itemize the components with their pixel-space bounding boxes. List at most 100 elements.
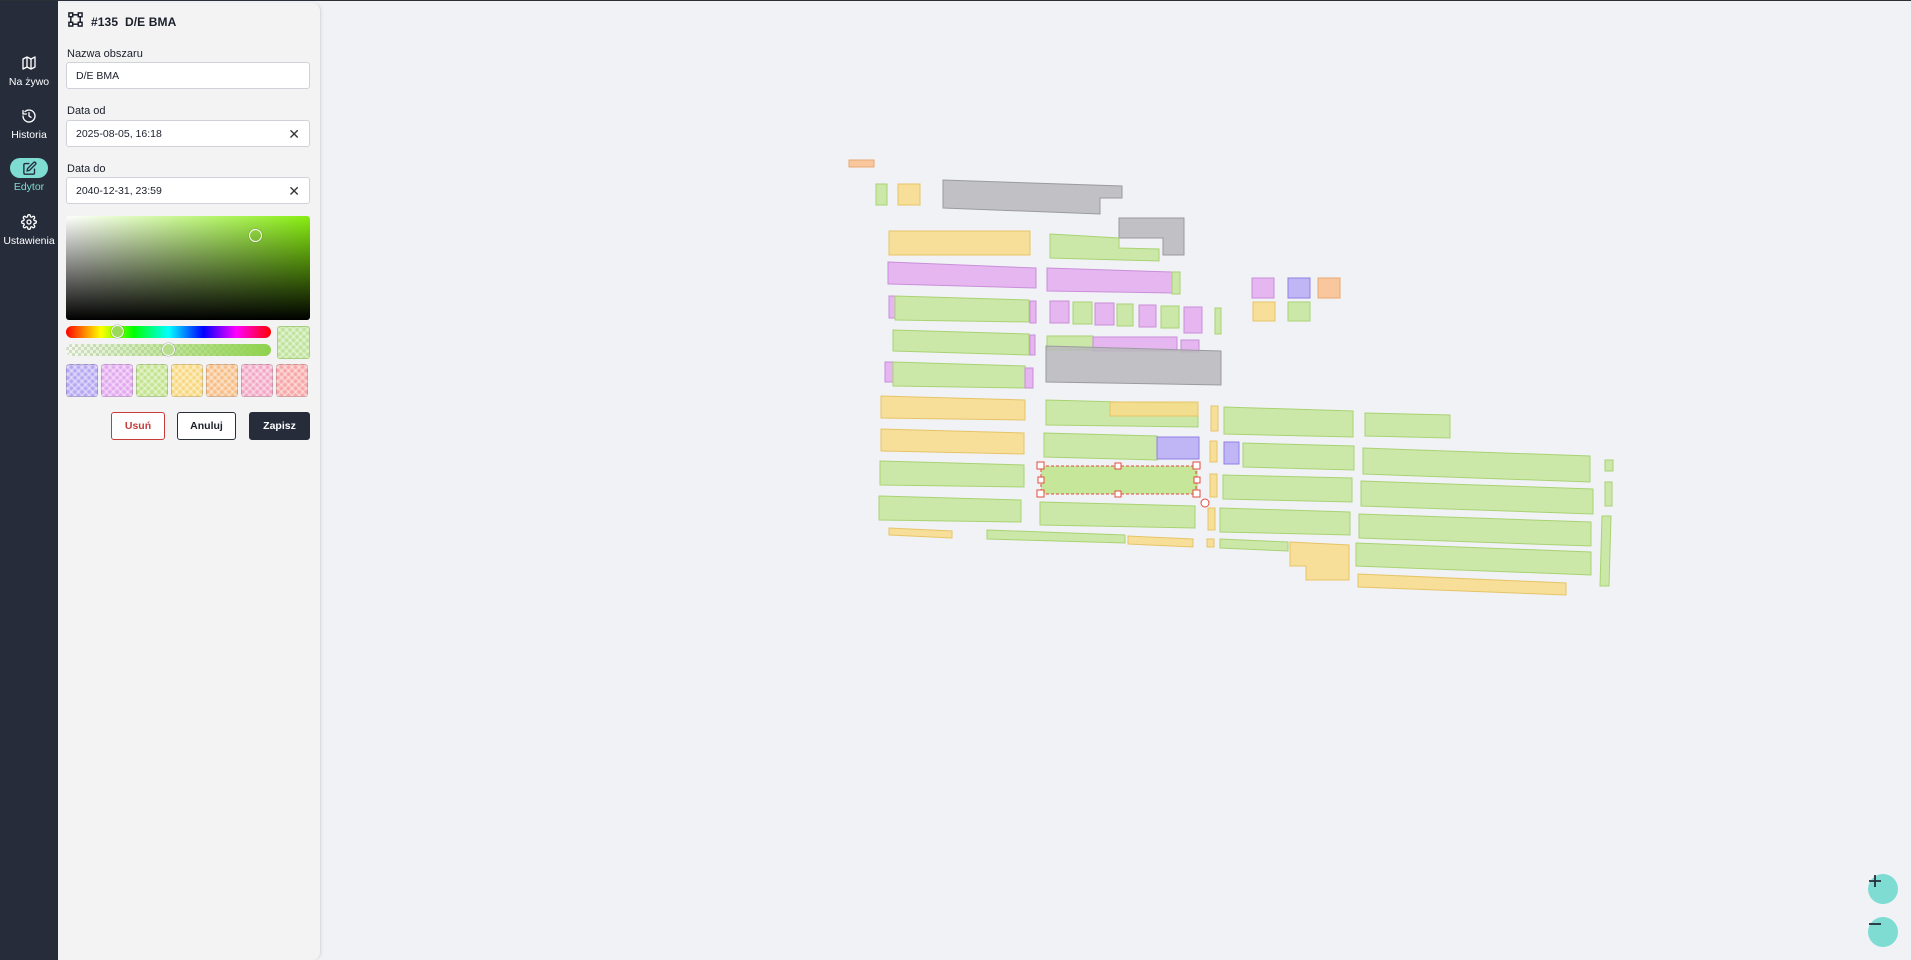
map-areas[interactable] (322, 1, 1911, 960)
map-area[interactable] (892, 329, 1030, 356)
map-area[interactable] (942, 179, 1123, 215)
map-area[interactable] (1138, 304, 1157, 328)
swatch-red[interactable] (276, 364, 308, 397)
map-area[interactable] (1242, 442, 1355, 471)
map-area[interactable] (892, 361, 1026, 389)
map-area[interactable] (1156, 436, 1200, 460)
map-area[interactable] (1223, 441, 1240, 465)
map-area[interactable] (1251, 277, 1275, 299)
resize-handle[interactable] (1192, 489, 1201, 498)
resize-handle[interactable] (1036, 489, 1045, 498)
map-area[interactable] (848, 159, 875, 168)
map-area[interactable] (1043, 432, 1158, 461)
resize-handle[interactable] (1192, 461, 1201, 470)
map-area[interactable] (1604, 481, 1613, 507)
map-area[interactable] (1029, 300, 1037, 324)
area-name-input[interactable]: D/E BMA (66, 62, 310, 89)
map-area[interactable] (1049, 300, 1070, 324)
map-area[interactable] (875, 183, 888, 206)
map-area[interactable] (888, 295, 896, 319)
hue-handle[interactable] (111, 325, 124, 338)
map-area[interactable] (1045, 345, 1222, 386)
map-area[interactable] (1223, 406, 1354, 438)
map-area[interactable] (1171, 271, 1181, 295)
date-to-input[interactable]: 2040-12-31, 23:59 ✕ (66, 177, 310, 204)
map-area[interactable] (1209, 473, 1218, 498)
map-area[interactable] (884, 361, 894, 383)
zoom-in-button[interactable] (1868, 874, 1898, 904)
map-area[interactable] (1219, 507, 1351, 536)
map-canvas[interactable] (322, 1, 1911, 960)
map-area[interactable] (888, 230, 1031, 256)
map-area[interactable] (1210, 405, 1219, 432)
map-area[interactable] (1358, 513, 1592, 547)
map-area[interactable] (1219, 538, 1289, 552)
map-area[interactable] (1024, 367, 1034, 389)
nav-item-live[interactable]: Na żywo (0, 53, 58, 88)
map-area[interactable] (1160, 305, 1180, 329)
date-from-input[interactable]: 2025-08-05, 16:18 ✕ (66, 120, 310, 147)
map-area[interactable] (1364, 412, 1451, 439)
clear-icon[interactable]: ✕ (288, 184, 300, 198)
nav-item-settings[interactable]: Ustawienia (0, 212, 58, 247)
map-area[interactable] (1206, 538, 1215, 548)
map-area[interactable] (1604, 459, 1614, 472)
delete-button[interactable]: Usuń (111, 412, 165, 440)
map-area[interactable] (1289, 541, 1350, 581)
resize-handle[interactable] (1037, 476, 1045, 484)
map-area[interactable] (880, 428, 1025, 455)
saturation-picker[interactable] (66, 216, 310, 320)
rotate-handle[interactable] (1200, 498, 1210, 508)
clear-icon[interactable]: ✕ (288, 127, 300, 141)
map-area[interactable] (1222, 474, 1353, 503)
map-area[interactable] (880, 395, 1026, 421)
map-area[interactable] (1355, 542, 1592, 576)
opacity-slider[interactable] (66, 343, 271, 356)
map-area[interactable] (1252, 301, 1276, 322)
cancel-button[interactable]: Anuluj (177, 412, 236, 440)
map-area[interactable] (1357, 573, 1567, 596)
map-area[interactable] (1317, 277, 1341, 299)
map-area[interactable] (1116, 303, 1134, 327)
map-area[interactable] (888, 527, 953, 539)
zoom-out-button[interactable] (1868, 917, 1898, 947)
map-area[interactable] (1214, 307, 1222, 335)
map-area[interactable] (1094, 302, 1115, 326)
saturation-handle[interactable] (249, 229, 262, 242)
resize-handle[interactable] (1114, 490, 1122, 498)
map-area[interactable] (1127, 535, 1194, 548)
swatch-green[interactable] (136, 364, 168, 397)
map-area[interactable] (887, 261, 1037, 289)
map-area[interactable] (1362, 447, 1591, 483)
resize-handle[interactable] (1114, 462, 1122, 470)
map-area[interactable] (1209, 440, 1218, 463)
map-area[interactable] (1207, 507, 1216, 531)
map-area[interactable] (986, 529, 1126, 544)
swatch-pink[interactable] (241, 364, 273, 397)
resize-handle[interactable] (1036, 461, 1045, 470)
map-area[interactable] (1287, 301, 1311, 322)
map-area[interactable] (1039, 501, 1196, 529)
map-area[interactable] (1072, 301, 1093, 325)
swatch-violet[interactable] (66, 364, 98, 397)
opacity-handle[interactable] (162, 343, 175, 356)
map-area[interactable] (1029, 334, 1036, 356)
swatch-purple[interactable] (101, 364, 133, 397)
map-area[interactable] (1183, 306, 1203, 334)
nav-item-editor[interactable]: Edytor (0, 158, 58, 193)
resize-handle[interactable] (1193, 476, 1201, 484)
swatch-orange[interactable] (206, 364, 238, 397)
map-area[interactable] (1599, 515, 1612, 587)
map-area[interactable] (878, 495, 1022, 523)
nav-item-history[interactable]: Historia (0, 106, 58, 141)
save-button[interactable]: Zapisz (249, 412, 310, 440)
selected-area[interactable] (1036, 461, 1210, 508)
swatch-yellow[interactable] (171, 364, 203, 397)
map-area[interactable] (897, 183, 921, 206)
map-area[interactable] (879, 460, 1025, 488)
map-area[interactable] (1109, 401, 1199, 417)
map-area[interactable] (1360, 480, 1594, 515)
map-area[interactable] (1046, 267, 1173, 294)
hue-slider[interactable] (66, 325, 271, 338)
map-area[interactable] (894, 295, 1030, 323)
